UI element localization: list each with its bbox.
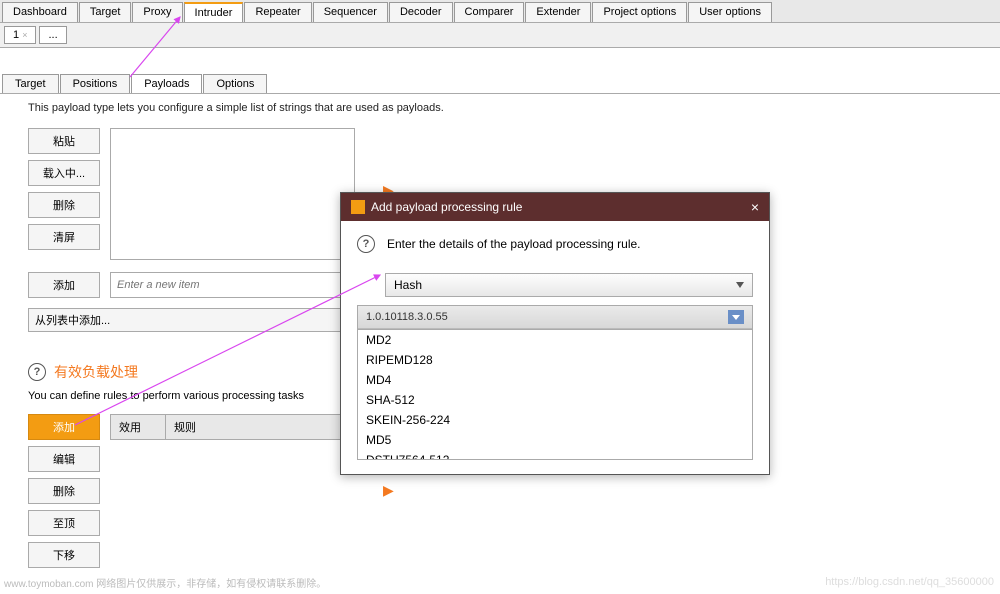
hash-option[interactable]: MD5 (358, 430, 752, 450)
header-enabled[interactable]: 效用 (111, 415, 166, 439)
payload-listbox[interactable] (110, 128, 355, 260)
tab-repeater[interactable]: Repeater (244, 2, 311, 22)
tab-sequencer[interactable]: Sequencer (313, 2, 388, 22)
tab-dashboard[interactable]: Dashboard (2, 2, 78, 22)
inner-tab-bar: Target Positions Payloads Options (0, 72, 1000, 94)
rule-edit-button[interactable]: 编辑 (28, 446, 100, 472)
rule-type-dropdown[interactable]: Hash (385, 273, 753, 297)
rule-delete-button[interactable]: 删除 (28, 478, 100, 504)
payload-type-desc: This payload type lets you configure a s… (28, 102, 972, 114)
footer-watermark: www.toymoban.com 网络图片仅供展示，非存储，如有侵权请联系删除。 (4, 575, 326, 590)
tab-intruder[interactable]: Intruder (184, 2, 244, 22)
rule-add-button[interactable]: 添加 (28, 414, 100, 440)
paste-button[interactable]: 粘贴 (28, 128, 100, 154)
tab-project-options[interactable]: Project options (592, 2, 687, 22)
delete-button[interactable]: 删除 (28, 192, 100, 218)
rule-down-button[interactable]: 下移 (28, 542, 100, 568)
inner-tab-target[interactable]: Target (2, 74, 59, 93)
csdn-watermark: https://blog.csdn.net/qq_35600000 (825, 576, 994, 588)
hash-option[interactable]: MD2 (358, 330, 752, 350)
add-from-list-dropdown[interactable]: 从列表中添加... (28, 308, 355, 332)
dialog-title-bar[interactable]: Add payload processing rule × (341, 193, 769, 221)
rule-top-button[interactable]: 至顶 (28, 510, 100, 536)
add-rule-dialog: Add payload processing rule × ? Enter th… (340, 192, 770, 475)
app-icon (351, 200, 365, 214)
tab-proxy[interactable]: Proxy (132, 2, 182, 22)
orange-marker-icon: ▶ (383, 482, 394, 499)
tab-comparer[interactable]: Comparer (454, 2, 525, 22)
hash-algorithm-dropdown[interactable]: 1.0.10118.3.0.55 MD2 RIPEMD128 MD4 SHA-5… (357, 305, 753, 460)
hash-option[interactable]: RIPEMD128 (358, 350, 752, 370)
inner-tab-positions[interactable]: Positions (60, 74, 131, 93)
load-button[interactable]: 载入中... (28, 160, 100, 186)
tab-target[interactable]: Target (79, 2, 132, 22)
hash-options-list[interactable]: MD2 RIPEMD128 MD4 SHA-512 SKEIN-256-224 … (358, 329, 752, 460)
help-icon[interactable]: ? (28, 363, 46, 381)
instance-tab-1[interactable]: 1 × (4, 26, 36, 44)
help-icon[interactable]: ? (357, 235, 375, 253)
hash-selected-value: 1.0.10118.3.0.55 (366, 311, 448, 323)
dialog-title: Add payload processing rule (371, 200, 522, 214)
instance-tab-bar: 1 × ... (0, 23, 1000, 48)
new-item-input[interactable] (110, 272, 355, 298)
processing-section-title: 有效负载处理 (54, 362, 138, 382)
add-button[interactable]: 添加 (28, 272, 100, 298)
main-tab-bar: Dashboard Target Proxy Intruder Repeater… (0, 0, 1000, 23)
chevron-down-icon[interactable] (728, 310, 744, 324)
hash-option[interactable]: DSTU7564-512 (358, 450, 752, 460)
clear-button[interactable]: 清屏 (28, 224, 100, 250)
rule-type-value: Hash (394, 278, 422, 292)
inner-tab-options[interactable]: Options (203, 74, 267, 93)
dropdown-label: 从列表中添加... (35, 312, 110, 328)
chevron-down-icon (736, 282, 744, 288)
tab-extender[interactable]: Extender (525, 2, 591, 22)
hash-option[interactable]: SHA-512 (358, 390, 752, 410)
instance-tab-new[interactable]: ... (39, 26, 66, 44)
tab-decoder[interactable]: Decoder (389, 2, 453, 22)
close-icon[interactable]: × (751, 199, 759, 215)
hash-option[interactable]: SKEIN-256-224 (358, 410, 752, 430)
hash-option[interactable]: MD4 (358, 370, 752, 390)
dialog-desc: Enter the details of the payload process… (387, 237, 641, 251)
tab-user-options[interactable]: User options (688, 2, 772, 22)
inner-tab-payloads[interactable]: Payloads (131, 74, 202, 93)
